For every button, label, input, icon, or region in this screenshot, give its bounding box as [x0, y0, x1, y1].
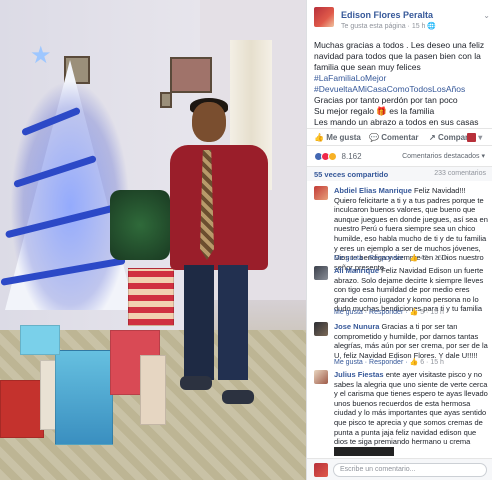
- man-leg: [218, 265, 248, 380]
- comment-input[interactable]: Escribe un comentario...: [333, 463, 487, 477]
- gift-bag: [140, 355, 166, 425]
- commenter-name[interactable]: Julius Fiestas: [334, 370, 384, 379]
- comment-reply-link[interactable]: Responder: [369, 255, 403, 262]
- comment-reply-link[interactable]: Responder: [369, 309, 403, 316]
- man-head: [192, 102, 226, 142]
- comment-count: 233 comentarios: [434, 170, 486, 177]
- post-meta: Te gusta esta página · 15 h 🌐: [341, 23, 437, 30]
- avatar-thumb: [467, 133, 476, 143]
- comment-like-link[interactable]: Me gusta: [334, 309, 363, 316]
- comment-sort-dropdown[interactable]: Comentarios destacados ▾: [402, 152, 485, 160]
- comment-like-count: 5: [420, 309, 425, 316]
- reaction-count: 8.162: [341, 152, 362, 162]
- post-photo[interactable]: ★: [0, 0, 306, 480]
- comments-bar: 55 veces compartido 233 comentarios: [307, 166, 492, 181]
- hashtag-link[interactable]: #DevueltaAMiCasaComoTodosLosAños: [314, 84, 490, 95]
- commenter-name[interactable]: Jose Nunura: [334, 322, 379, 331]
- hashtag-link[interactable]: #LaFamiliaLoMejor: [314, 73, 490, 84]
- comment-button[interactable]: 💬 Comentar: [369, 133, 419, 142]
- post-line: Les mando un abrazo a todos en sus casas: [314, 117, 479, 127]
- comment-text: ente ayer visitaste pisco y no sabes la …: [334, 370, 488, 447]
- post-text: Muchas gracias a todos . Les deseo una f…: [314, 40, 490, 128]
- post-actions: 👍 Me gusta 💬 Comentar ↗ Compartir ▾: [307, 128, 492, 146]
- comment-item: Ali Manrique Feliz Navidad Edison un fue…: [314, 266, 490, 318]
- commenter-avatar[interactable]: [314, 370, 328, 384]
- comment-body: Ali Manrique Feliz Navidad Edison un fue…: [334, 266, 490, 314]
- chevron-down-icon[interactable]: ⌄: [483, 11, 490, 20]
- man-shirt: [170, 145, 268, 270]
- plant-decoration: [110, 190, 170, 260]
- man-shoe: [222, 390, 254, 404]
- comment-time: 15 h: [430, 309, 444, 316]
- commenter-avatar[interactable]: [314, 186, 328, 200]
- shares-link[interactable]: 55 veces compartido: [314, 170, 388, 179]
- post-header: Edison Flores Peralta Te gusta esta pági…: [314, 7, 490, 31]
- commenter-avatar[interactable]: [314, 266, 328, 280]
- commenter-name[interactable]: Abdiel Elias Manrique: [334, 186, 412, 195]
- wall-picture-frame: [170, 57, 212, 93]
- comment-like-count: 49: [420, 255, 428, 262]
- post-line: Gracias por tanto perdón por tan poco: [314, 95, 458, 105]
- star-icon: ★: [30, 42, 52, 69]
- commenter-avatar[interactable]: [314, 322, 328, 336]
- write-comment-bar: Escribe un comentario...: [307, 458, 492, 480]
- man-shoe: [180, 376, 212, 390]
- comment-like-link[interactable]: Me gusta: [334, 255, 363, 262]
- audience-selector[interactable]: ▾: [467, 133, 482, 143]
- post-side-panel: Edison Flores Peralta Te gusta esta pági…: [306, 0, 492, 480]
- comment-reply-link[interactable]: Responder: [369, 359, 403, 366]
- share-icon: ↗: [429, 133, 436, 142]
- comment-time: 15 h: [430, 359, 444, 366]
- redacted-block: [334, 447, 394, 456]
- globe-icon: 🌐: [427, 23, 437, 30]
- comment-footer: Me gusta · Responder · 👍 6 · 15 h: [334, 359, 444, 366]
- reactions-summary[interactable]: 8.162: [314, 151, 362, 163]
- comment-footer: Me gusta · Responder · 👍 5 · 15 h: [334, 309, 444, 316]
- comment-item: Julius Fiestas ente ayer visitaste pisco…: [314, 370, 490, 456]
- comment-item: Abdiel Elias Manrique Feliz Navidad!!! Q…: [314, 186, 490, 272]
- gift-box: [20, 325, 60, 355]
- current-user-avatar: [314, 463, 328, 477]
- comment-footer: Me gusta · Responder · 👍 49 · 15 h: [334, 255, 448, 262]
- comment-body: Julius Fiestas ente ayer visitaste pisco…: [334, 370, 490, 456]
- author-name[interactable]: Edison Flores Peralta: [341, 10, 433, 20]
- man-leg: [184, 265, 214, 380]
- comment-body: Jose Nunura Gracias a ti por ser tan com…: [334, 322, 490, 360]
- gift-box: [128, 268, 174, 326]
- author-avatar[interactable]: [314, 7, 334, 27]
- wall-picture-frame: [160, 92, 172, 108]
- thumbs-up-icon: 👍: [314, 133, 324, 142]
- gift-bag: [55, 350, 113, 445]
- haha-reaction-icon: [328, 152, 337, 162]
- comment-time: 15 h: [434, 255, 448, 262]
- commenter-name[interactable]: Ali Manrique: [334, 266, 379, 275]
- comment-like-link[interactable]: Me gusta: [334, 359, 363, 366]
- comment-like-count: 6: [420, 359, 425, 366]
- gift-box: [0, 380, 44, 438]
- speech-bubble-icon: 💬: [369, 133, 379, 142]
- post-line: Muchas gracias a todos . Les deseo una f…: [314, 40, 485, 72]
- comment-item: Jose Nunura Gracias a ti por ser tan com…: [314, 322, 490, 368]
- like-button[interactable]: 👍 Me gusta: [314, 133, 361, 142]
- post-line: Su mejor regalo 🎁 es la familia: [314, 106, 435, 116]
